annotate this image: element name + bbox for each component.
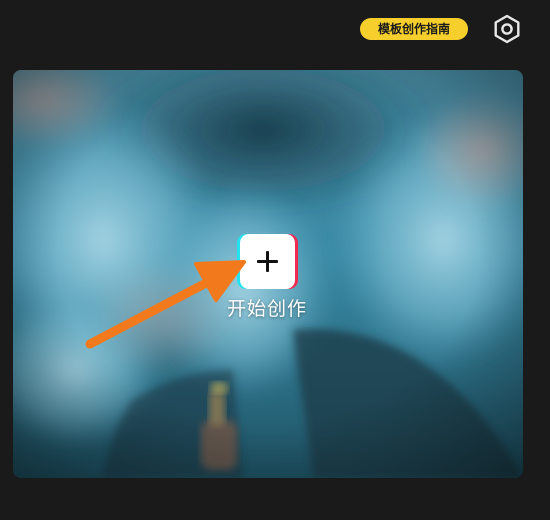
settings-button[interactable]: [491, 13, 523, 45]
start-creation-button[interactable]: [237, 234, 298, 289]
start-creation-card[interactable]: 开始创作: [13, 70, 523, 478]
settings-icon: [494, 14, 520, 44]
app-screen: 模板创作指南 开始创作: [0, 0, 550, 520]
template-guide-button[interactable]: 模板创作指南: [360, 18, 468, 40]
plus-icon: [240, 234, 295, 289]
create-button-face: [240, 234, 295, 289]
start-creation-label[interactable]: 开始创作: [207, 294, 327, 321]
